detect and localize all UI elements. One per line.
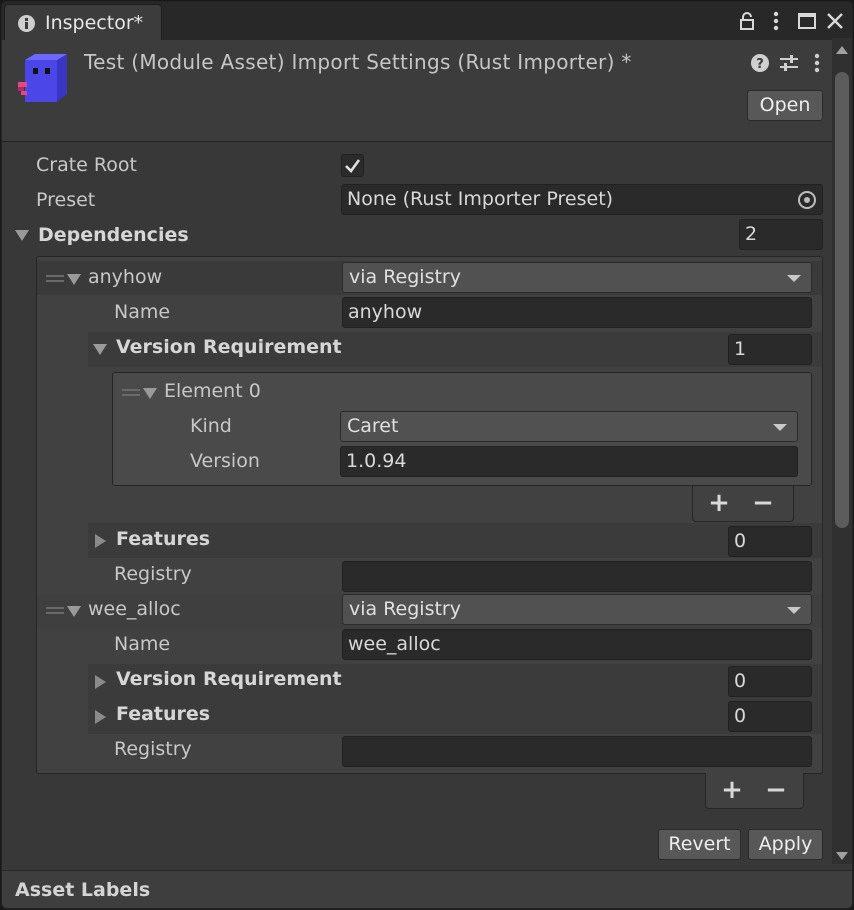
chevron-down-icon bbox=[773, 424, 787, 431]
dependency-foldout-icon[interactable] bbox=[67, 274, 81, 285]
version-list-footer: + − bbox=[692, 486, 794, 522]
kind-value: Caret bbox=[347, 415, 399, 437]
dependencies-list-footer: + − bbox=[705, 773, 804, 809]
preset-label: Preset bbox=[36, 189, 96, 211]
preset-field[interactable]: None (Rust Importer Preset) bbox=[341, 184, 823, 215]
revert-button[interactable]: Revert bbox=[658, 829, 741, 860]
object-picker-icon[interactable] bbox=[798, 191, 816, 209]
dependencies-label: Dependencies bbox=[38, 224, 189, 246]
drag-handle-icon[interactable] bbox=[46, 275, 64, 282]
registry-label: Registry bbox=[114, 738, 192, 760]
source-value: via Registry bbox=[349, 598, 461, 620]
rust-module-asset-icon bbox=[18, 54, 67, 102]
asset-labels-bar[interactable]: Asset Labels bbox=[2, 870, 852, 908]
version-requirement-foldout-icon[interactable] bbox=[95, 675, 106, 689]
preset-sliders-icon[interactable] bbox=[778, 52, 800, 74]
asset-title: Test (Module Asset) Import Settings (Rus… bbox=[84, 50, 632, 74]
scroll-down-arrow-icon[interactable] bbox=[836, 852, 848, 860]
source-dropdown[interactable]: via Registry bbox=[342, 262, 812, 293]
source-value: via Registry bbox=[349, 266, 461, 288]
crate-root-label: Crate Root bbox=[36, 154, 137, 176]
version-requirement-size-field[interactable]: 0 bbox=[728, 666, 812, 697]
dependency-foldout-icon[interactable] bbox=[67, 606, 81, 617]
registry-label: Registry bbox=[114, 563, 192, 585]
kind-label: Kind bbox=[190, 415, 232, 437]
maximize-icon[interactable] bbox=[796, 10, 818, 32]
version-requirement-label: Version Requirement bbox=[116, 336, 342, 358]
dependency-title: anyhow bbox=[88, 266, 163, 288]
name-label: Name bbox=[114, 633, 171, 655]
tab-strip: Inspector* bbox=[2, 2, 852, 40]
inspector-window: Inspector* Test (Module Asset) Import Se… bbox=[1, 1, 853, 909]
close-icon[interactable] bbox=[824, 10, 846, 32]
dependencies-size-field[interactable]: 2 bbox=[739, 219, 823, 250]
open-button[interactable]: Open bbox=[747, 90, 823, 121]
features-label: Features bbox=[116, 528, 211, 550]
drag-handle-icon[interactable] bbox=[46, 607, 64, 614]
svg-text:?: ? bbox=[756, 57, 764, 72]
version-requirement-label: Version Requirement bbox=[116, 668, 342, 690]
name-field[interactable]: wee_alloc bbox=[342, 629, 812, 660]
features-foldout-icon[interactable] bbox=[95, 534, 106, 548]
version-label: Version bbox=[190, 450, 260, 472]
lock-icon[interactable] bbox=[736, 10, 758, 32]
crate-root-checkbox[interactable] bbox=[341, 154, 364, 177]
inspector-content: Crate Root Preset None (Rust Importer Pr… bbox=[2, 142, 852, 870]
features-foldout-icon[interactable] bbox=[95, 710, 106, 724]
chevron-down-icon bbox=[787, 607, 801, 614]
drag-handle-icon[interactable] bbox=[122, 389, 140, 396]
add-dependency-button[interactable]: + bbox=[720, 775, 744, 805]
asset-labels-title: Asset Labels bbox=[15, 879, 151, 901]
tab-title: Inspector* bbox=[45, 12, 144, 34]
registry-field[interactable] bbox=[342, 561, 812, 592]
scrollbar-thumb[interactable] bbox=[835, 72, 849, 528]
dependencies-foldout-icon[interactable] bbox=[15, 230, 29, 241]
remove-element-button[interactable]: − bbox=[751, 488, 775, 518]
features-size-field[interactable]: 0 bbox=[728, 701, 812, 732]
source-dropdown[interactable]: via Registry bbox=[342, 594, 812, 625]
dependencies-list: anyhow via Registry Name anyhow Version … bbox=[36, 256, 823, 774]
features-size-field[interactable]: 0 bbox=[728, 526, 812, 557]
version-requirement-size-field[interactable]: 1 bbox=[728, 334, 812, 365]
features-label: Features bbox=[116, 703, 211, 725]
info-icon bbox=[18, 15, 35, 32]
chevron-down-icon bbox=[787, 275, 801, 282]
preset-value: None (Rust Importer Preset) bbox=[347, 188, 614, 210]
remove-dependency-button[interactable]: − bbox=[764, 775, 788, 805]
checkmark-icon bbox=[345, 159, 361, 173]
element-foldout-icon[interactable] bbox=[143, 388, 157, 399]
version-field[interactable]: 1.0.94 bbox=[340, 446, 798, 477]
version-requirement-foldout-icon[interactable] bbox=[93, 344, 107, 355]
add-element-button[interactable]: + bbox=[707, 488, 731, 518]
element-label: Element 0 bbox=[164, 380, 261, 402]
dependency-title: wee_alloc bbox=[88, 598, 181, 620]
kind-dropdown[interactable]: Caret bbox=[340, 411, 798, 442]
header-menu-icon[interactable] bbox=[806, 52, 828, 74]
name-label: Name bbox=[114, 301, 171, 323]
scroll-up-arrow-icon[interactable] bbox=[836, 46, 848, 54]
name-field[interactable]: anyhow bbox=[342, 297, 812, 328]
apply-button[interactable]: Apply bbox=[748, 829, 823, 860]
tab-inspector[interactable]: Inspector* bbox=[4, 4, 162, 40]
help-icon[interactable]: ? bbox=[749, 52, 771, 74]
registry-field[interactable] bbox=[342, 736, 812, 767]
inspector-header: Test (Module Asset) Import Settings (Rus… bbox=[2, 40, 852, 142]
kebab-menu-icon[interactable] bbox=[765, 10, 787, 32]
